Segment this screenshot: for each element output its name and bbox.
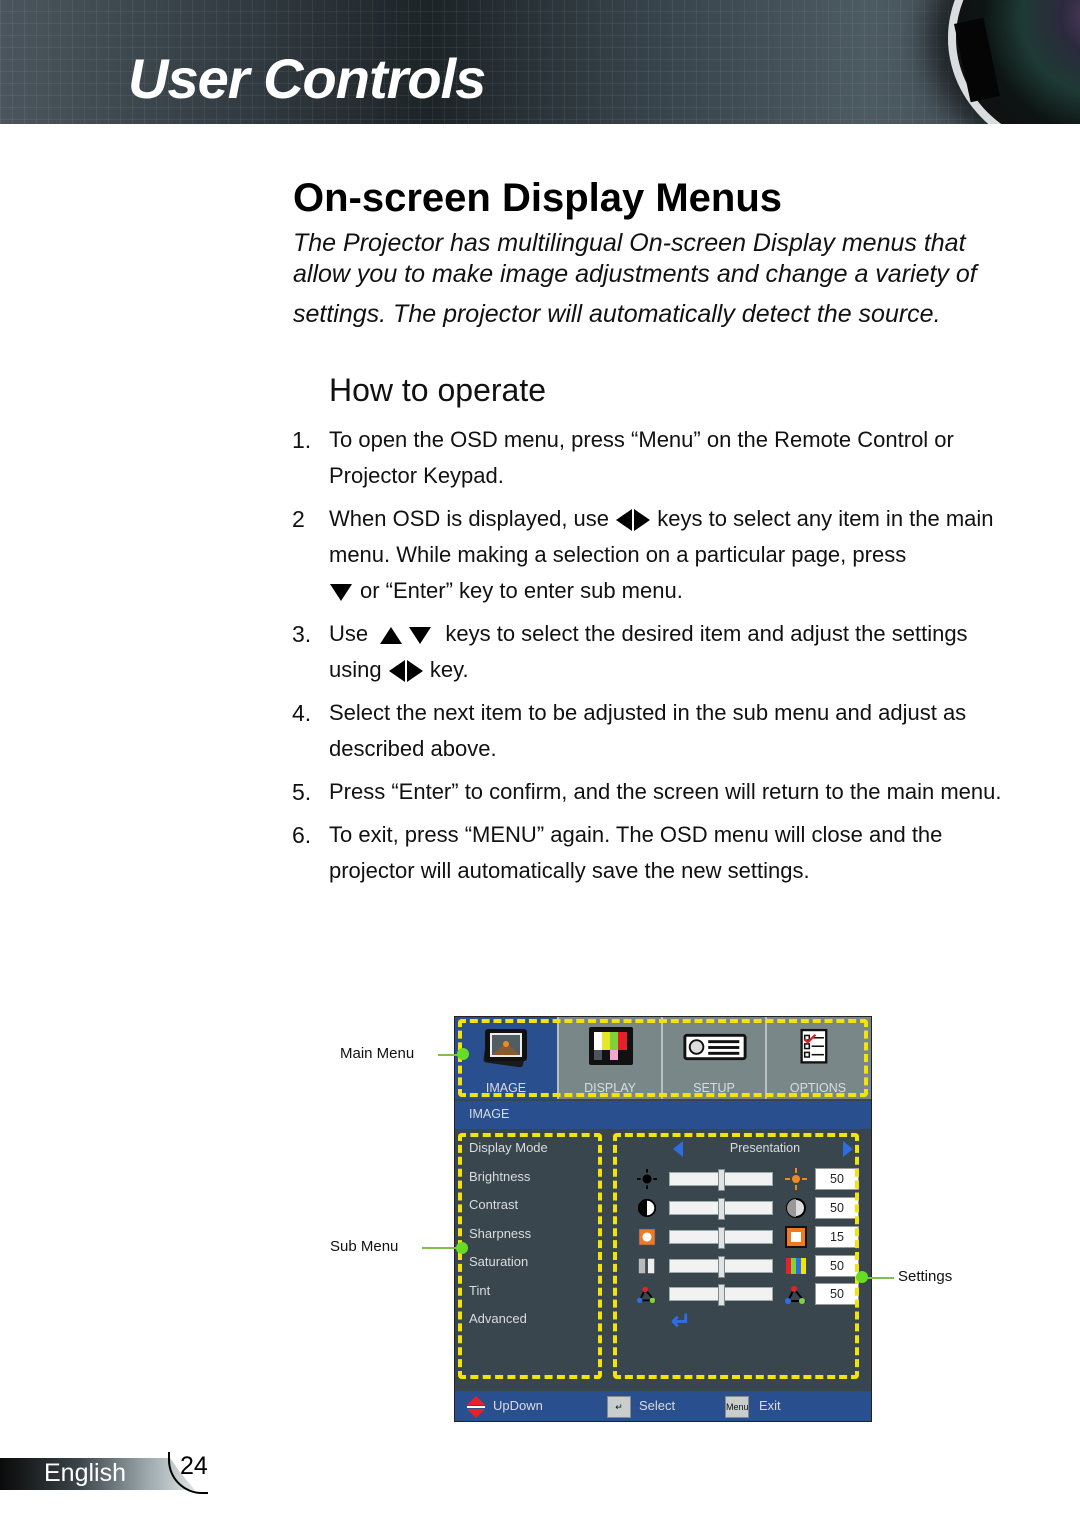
right-arrow-icon [406, 660, 423, 683]
footer-exit-label: Exit [759, 1398, 781, 1413]
callout-dot [457, 1048, 469, 1060]
down-arrow-icon [330, 583, 352, 601]
down-arrow-icon [409, 626, 432, 644]
step-number: 3. [292, 621, 312, 647]
step-5: 5. Press “Enter” to confirm, and the scr… [292, 774, 1012, 810]
updown-icon [467, 1396, 485, 1418]
language-label: English [44, 1459, 126, 1487]
step-4: 4. Select the next item to be adjusted i… [292, 695, 1012, 767]
osd-breadcrumb: IMAGE [455, 1101, 871, 1129]
step-text: To open the OSD menu, press “Menu” on th… [329, 427, 954, 488]
step-text: or “Enter” key to enter sub menu. [360, 578, 683, 603]
howto-title: How to operate [329, 372, 547, 408]
step-text: Press “Enter” to confirm, and the screen… [329, 779, 1002, 804]
step-1: 1. To open the OSD menu, press “Menu” on… [292, 422, 1012, 494]
enter-key-icon: ↵ [607, 1396, 631, 1418]
step-number: 6. [292, 822, 312, 848]
menu-key-icon: Menu [725, 1396, 749, 1418]
left-arrow-icon [616, 509, 633, 532]
callout-line [422, 1247, 460, 1249]
osd-footer: UpDown ↵ Select Menu Exit [455, 1391, 871, 1421]
callout-dot [456, 1242, 468, 1254]
page-number: 24 [180, 1452, 208, 1480]
step-text: Select the next item to be adjusted in t… [329, 700, 967, 761]
main-menu-highlight [458, 1019, 868, 1097]
section-title: On-screen Display Menus [293, 176, 783, 220]
step-text: To exit, press “MENU” again. The OSD men… [329, 822, 943, 883]
step-3: 3. Use keys to select the desired item a… [292, 616, 1012, 688]
step-text: When OSD is displayed, use [329, 506, 610, 531]
step-number: 2 [292, 506, 305, 532]
section-intro: The Projector has multilingual On-screen… [293, 228, 1033, 330]
left-arrow-icon [388, 660, 405, 683]
footer-select-label: Select [639, 1398, 676, 1413]
header-banner: User Controls [0, 0, 1080, 124]
language-tab: English [0, 1458, 195, 1490]
callout-dot [856, 1271, 868, 1283]
callout-settings: Settings [898, 1268, 953, 1285]
intro-line-1: The Projector has multilingual On-screen… [293, 229, 966, 257]
callout-sub-menu: Sub Menu [330, 1238, 399, 1255]
intro-line-2: allow you to make image adjustments and … [293, 260, 977, 288]
step-number: 5. [292, 779, 312, 805]
step-number: 4. [292, 700, 312, 726]
chapter-title: User Controls [128, 47, 486, 110]
intro-line-3: settings. The projector will automatical… [293, 300, 941, 328]
breadcrumb-text: IMAGE [469, 1107, 510, 1121]
step-number: 1. [292, 427, 312, 453]
right-arrow-icon [634, 509, 651, 532]
step-text: Use [329, 621, 369, 646]
up-arrow-icon [380, 626, 403, 644]
step-2: 2 When OSD is displayed, use keys to sel… [292, 501, 1012, 609]
submenu-highlight [458, 1133, 602, 1379]
steps-list: 1. To open the OSD menu, press “Menu” on… [292, 422, 1012, 896]
callout-main-menu: Main Menu [340, 1045, 415, 1062]
step-text: key. [429, 657, 469, 682]
osd-menu-illustration: IMAGE DISPLAY SETUP OPTIONS IMAGE Displa… [454, 1016, 872, 1422]
settings-highlight [613, 1133, 859, 1379]
step-6: 6. To exit, press “MENU” again. The OSD … [292, 817, 1012, 889]
footer-updown-label: UpDown [493, 1398, 543, 1413]
